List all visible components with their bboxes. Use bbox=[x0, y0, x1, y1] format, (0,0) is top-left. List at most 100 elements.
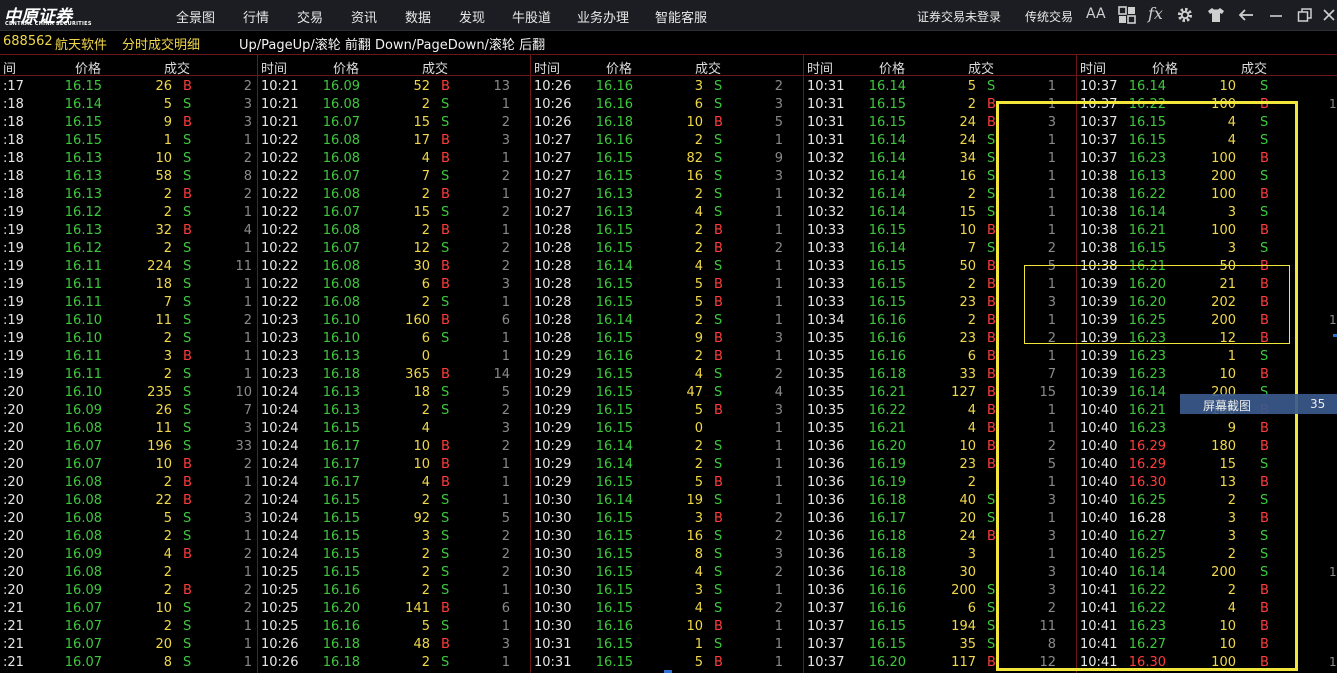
tick-row[interactable]: 10:30 16.15 8 S 3 bbox=[531, 546, 804, 564]
tick-row[interactable]: :20 16.09 2 B 2 bbox=[0, 582, 273, 600]
tick-row[interactable]: :20 16.09 26 S 7 bbox=[0, 402, 273, 420]
nav-business[interactable]: 业务办理 bbox=[577, 7, 629, 26]
font-size-icon[interactable]: AA bbox=[1086, 6, 1106, 26]
tick-row[interactable]: 10:27 16.13 2 S 1 bbox=[531, 186, 804, 204]
tick-row[interactable]: :20 16.09 4 B 2 bbox=[0, 546, 273, 564]
tick-row[interactable]: :21 16.07 2 S 1 bbox=[0, 618, 273, 636]
tick-row[interactable]: 10:36 16.18 24 B 3 bbox=[804, 528, 1077, 546]
tick-row[interactable]: 10:32 16.14 34 S 1 bbox=[804, 150, 1077, 168]
nav-quotes[interactable]: 行情 bbox=[243, 7, 269, 26]
tick-row[interactable]: 10:24 16.15 92 S 5 bbox=[258, 510, 531, 528]
nav-data[interactable]: 数据 bbox=[405, 7, 431, 26]
tick-row[interactable]: 10:27 16.16 2 S 1 bbox=[531, 132, 804, 150]
tick-row[interactable]: 10:37 16.20 117 B 12 bbox=[804, 654, 1077, 672]
tick-row[interactable]: :20 16.08 2 1 bbox=[0, 564, 273, 582]
tick-row[interactable]: 10:40 16.14 200 S bbox=[1077, 564, 1337, 582]
tick-row[interactable]: 10:31 16.15 24 B 3 bbox=[804, 114, 1077, 132]
tick-row[interactable]: 10:24 16.15 2 S 2 bbox=[258, 546, 531, 564]
tick-row[interactable]: 10:21 16.07 15 S 2 bbox=[258, 114, 531, 132]
tick-row[interactable]: 10:30 16.14 19 S 1 bbox=[531, 492, 804, 510]
nav-overview[interactable]: 全景图 bbox=[176, 7, 215, 26]
tick-row[interactable]: 10:40 16.23 9 B bbox=[1077, 420, 1337, 438]
tick-row[interactable]: :20 16.08 2 S 1 bbox=[0, 528, 273, 546]
skin-shirt-icon[interactable] bbox=[1206, 5, 1226, 25]
tick-row[interactable]: 10:40 16.29 180 B bbox=[1077, 438, 1337, 456]
tick-row[interactable]: 10:28 16.15 2 B 1 bbox=[531, 222, 804, 240]
tick-row[interactable]: 10:32 16.14 15 S 1 bbox=[804, 204, 1077, 222]
tick-row[interactable]: 10:21 16.09 52 B 13 bbox=[258, 78, 531, 96]
tick-row[interactable]: 10:41 16.27 10 B bbox=[1077, 636, 1337, 654]
layout-grid-icon[interactable] bbox=[1117, 5, 1137, 25]
tick-row[interactable]: 10:37 16.14 10 S bbox=[1077, 78, 1337, 96]
tick-row[interactable]: 10:29 16.15 47 S 4 bbox=[531, 384, 804, 402]
tick-row[interactable]: 10:32 16.14 16 S 1 bbox=[804, 168, 1077, 186]
tick-row[interactable]: 10:33 16.15 10 B 1 bbox=[804, 222, 1077, 240]
tick-row[interactable]: 10:36 16.18 3 1 bbox=[804, 546, 1077, 564]
tick-detail-table[interactable]: 间价格 成交:17 16.15 26 B 2:18 16.14 5 S 3:18 16.15 9 B 3:… bbox=[0, 54, 1337, 673]
tick-row[interactable]: 10:25 16.15 2 S 2 bbox=[258, 564, 531, 582]
tick-row[interactable]: 10:26 16.18 2 S 1 bbox=[258, 654, 531, 672]
login-status-button[interactable]: 证券交易未登录 bbox=[917, 8, 1001, 25]
tick-row[interactable]: :21 16.07 10 S 2 bbox=[0, 600, 273, 618]
screenshot-tooltip[interactable]: 屏幕截图 35 bbox=[1180, 394, 1337, 414]
tick-row[interactable]: :19 16.10 11 S 2 bbox=[0, 312, 273, 330]
tick-row[interactable]: 10:30 16.16 10 B 1 bbox=[531, 618, 804, 636]
tick-row[interactable]: 10:24 16.15 4 3 bbox=[258, 420, 531, 438]
tick-row[interactable]: :19 16.11 18 S 1 bbox=[0, 276, 273, 294]
tick-row[interactable]: 10:39 16.20 202 B bbox=[1077, 294, 1337, 312]
tick-row[interactable]: 10:31 16.14 5 S 1 bbox=[804, 78, 1077, 96]
tick-row[interactable]: 10:40 16.30 13 B bbox=[1077, 474, 1337, 492]
tick-row[interactable]: 10:23 16.10 6 S 1 bbox=[258, 330, 531, 348]
formula-icon[interactable]: fx bbox=[1148, 4, 1168, 24]
tick-row[interactable]: 10:29 16.15 4 S 2 bbox=[531, 366, 804, 384]
tick-row[interactable]: :20 16.08 11 S 3 bbox=[0, 420, 273, 438]
tick-row[interactable]: 10:33 16.15 23 B 3 bbox=[804, 294, 1077, 312]
tick-row[interactable]: 10:37 16.15 35 S 8 bbox=[804, 636, 1077, 654]
tick-row[interactable]: 10:22 16.07 7 S 2 bbox=[258, 168, 531, 186]
tick-row[interactable]: 10:31 16.15 2 B 1 bbox=[804, 96, 1077, 114]
tick-row[interactable]: 10:38 16.13 200 S bbox=[1077, 168, 1337, 186]
tick-row[interactable]: 10:26 16.18 48 B 3 bbox=[258, 636, 531, 654]
tick-row[interactable]: 10:35 16.16 6 B 1 bbox=[804, 348, 1077, 366]
tick-row[interactable]: 10:38 16.21 50 B bbox=[1077, 258, 1337, 276]
tick-row[interactable]: :19 16.10 2 S 1 bbox=[0, 330, 273, 348]
tick-row[interactable]: 10:24 16.15 2 S 1 bbox=[258, 492, 531, 510]
tick-row[interactable]: 10:29 16.15 5 B 1 bbox=[531, 474, 804, 492]
tick-row[interactable]: 10:24 16.17 4 B 1 bbox=[258, 474, 531, 492]
tick-row[interactable]: :21 16.07 20 S 1 bbox=[0, 636, 273, 654]
tick-row[interactable]: 10:40 16.29 15 S bbox=[1077, 456, 1337, 474]
tick-row[interactable]: 10:29 16.16 2 B 1 bbox=[531, 348, 804, 366]
tick-row[interactable]: 10:39 16.23 10 B bbox=[1077, 366, 1337, 384]
tick-row[interactable]: 10:22 16.08 17 B 3 bbox=[258, 132, 531, 150]
nav-trade[interactable]: 交易 bbox=[297, 7, 323, 26]
tick-row[interactable]: 10:28 16.15 5 B 1 bbox=[531, 294, 804, 312]
tick-row[interactable]: 10:41 16.30 100 B bbox=[1077, 654, 1337, 672]
tick-row[interactable]: 10:25 16.16 5 S 1 bbox=[258, 618, 531, 636]
tick-row[interactable]: :19 16.11 224 S 11 bbox=[0, 258, 273, 276]
brand-logo[interactable]: 中原证券 CENTRAL CHINA SECURITIES bbox=[2, 3, 110, 29]
tick-row[interactable]: 10:34 16.16 2 B 1 bbox=[804, 312, 1077, 330]
tick-row[interactable]: 10:33 16.14 7 S 2 bbox=[804, 240, 1077, 258]
tick-row[interactable]: 10:30 16.15 4 S 2 bbox=[531, 564, 804, 582]
tick-row[interactable]: 10:38 16.15 3 S bbox=[1077, 240, 1337, 258]
tick-row[interactable]: 10:36 16.18 30 3 bbox=[804, 564, 1077, 582]
tick-row[interactable]: 10:22 16.08 2 B 1 bbox=[258, 186, 531, 204]
tick-row[interactable]: 10:22 16.08 6 B 3 bbox=[258, 276, 531, 294]
tick-row[interactable]: 10:23 16.13 0 1 bbox=[258, 348, 531, 366]
tick-row[interactable]: 10:30 16.15 4 S 2 bbox=[531, 600, 804, 618]
back-arrow-icon[interactable] bbox=[1236, 5, 1256, 25]
tick-row[interactable]: 10:24 16.13 18 S 5 bbox=[258, 384, 531, 402]
tick-row[interactable]: 10:37 16.15 4 S bbox=[1077, 114, 1337, 132]
tick-row[interactable]: 10:22 16.08 30 B 2 bbox=[258, 258, 531, 276]
tick-row[interactable]: 10:26 16.18 10 B 5 bbox=[531, 114, 804, 132]
tick-row[interactable]: 10:35 16.16 23 B 2 bbox=[804, 330, 1077, 348]
tick-row[interactable]: :20 16.10 235 S 10 bbox=[0, 384, 273, 402]
tick-row[interactable]: :19 16.13 32 B 4 bbox=[0, 222, 273, 240]
tick-row[interactable]: :18 16.15 9 B 3 bbox=[0, 114, 273, 132]
minimize-icon[interactable] bbox=[1266, 5, 1286, 25]
nav-discover[interactable]: 发现 bbox=[459, 7, 485, 26]
tick-row[interactable]: 10:35 16.21 127 B 15 bbox=[804, 384, 1077, 402]
tick-row[interactable]: 10:22 16.08 2 S 1 bbox=[258, 294, 531, 312]
tick-row[interactable]: 10:37 16.15 194 S 11 bbox=[804, 618, 1077, 636]
nav-news[interactable]: 资讯 bbox=[351, 7, 377, 26]
